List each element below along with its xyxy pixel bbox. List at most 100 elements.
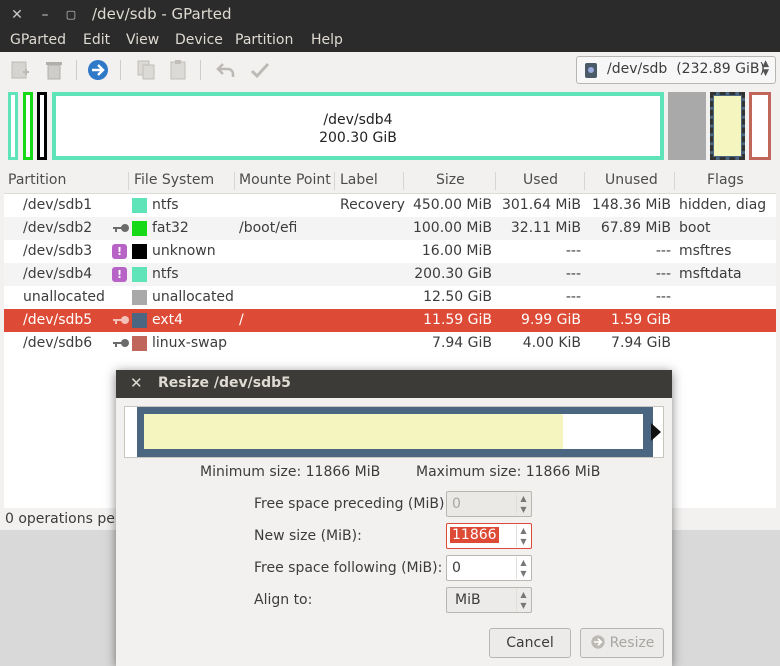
col-label[interactable]: Label (340, 172, 378, 188)
chevron-updown-icon: ▲ ▼ (762, 59, 769, 78)
cell-fs: linux-swap (152, 335, 228, 351)
col-mountpoint[interactable]: Mounte Point (239, 172, 331, 188)
spin-arrows-icon[interactable]: ▲ ▼ (516, 557, 530, 579)
col-flags[interactable]: Flags (707, 172, 744, 188)
resize-dialog: ✕ Resize /dev/sdb5 Minimum size: 11866 M… (116, 370, 672, 666)
copy-icon[interactable] (134, 58, 158, 82)
cancel-button[interactable]: Cancel (489, 628, 571, 658)
chevron-updown-icon: ▲ ▼ (516, 589, 530, 611)
close-window-icon[interactable]: ✕ (8, 6, 26, 24)
cell-size: 7.94 GiB (432, 335, 492, 351)
cell-used: 301.64 MiB (501, 197, 581, 213)
paste-icon[interactable] (166, 58, 190, 82)
cell-partition: /dev/sdb5 (23, 312, 93, 328)
resize-button-label: Resize (609, 635, 655, 651)
col-filesystem[interactable]: File System (134, 172, 214, 188)
key-icon (113, 224, 129, 232)
diskmap-sdb3[interactable] (37, 92, 47, 160)
table-row[interactable]: /dev/sdb6 linux-swap 7.94 GiB 4.00 KiB 7.94 … (4, 332, 776, 355)
disk-map: /dev/sdb4 200.30 GiB (6, 90, 774, 162)
diskmap-sdb5[interactable] (710, 92, 745, 160)
cell-unused: 7.94 GiB (611, 335, 671, 351)
column-divider (495, 172, 496, 190)
menu-partition[interactable]: Partition (235, 32, 293, 48)
align-to-select[interactable]: MiB ▲ ▼ (446, 587, 532, 613)
title-bar: ✕ – ▢ /dev/sdb - GParted (0, 0, 780, 30)
col-size[interactable]: Size (436, 172, 465, 188)
dialog-close-icon[interactable]: ✕ (130, 374, 143, 392)
column-divider (334, 172, 335, 190)
cell-unused: --- (655, 289, 671, 305)
menu-gparted[interactable]: GParted (10, 32, 66, 48)
resize-move-icon (590, 635, 605, 649)
resize-move-icon[interactable] (86, 58, 110, 82)
cell-used: 4.00 KiB (522, 335, 581, 351)
free-space-preceding-field[interactable]: 0 ▲ ▼ (446, 491, 532, 517)
apply-icon[interactable] (248, 58, 272, 82)
free-space-following-field[interactable]: 0 ▲ ▼ (446, 555, 532, 581)
spin-arrows-icon[interactable]: ▲ ▼ (516, 525, 530, 547)
cell-unused: 67.89 MiB (600, 220, 671, 236)
table-row[interactable]: /dev/sdb5 ext4 / 11.59 GiB 9.99 GiB 1.59 GiB (4, 309, 776, 332)
device-selector[interactable]: /dev/sdb (232.89 GiB) ▲ ▼ (576, 56, 776, 84)
spin-arrows-icon[interactable]: ▲ ▼ (516, 493, 530, 515)
cell-flags: boot (679, 220, 711, 236)
menu-view[interactable]: View (126, 32, 159, 48)
menu-device[interactable]: Device (175, 32, 223, 48)
new-size-label: New size (MiB): (254, 528, 362, 544)
delete-partition-icon[interactable] (42, 58, 66, 82)
cell-unused: 1.59 GiB (611, 312, 671, 328)
free-space-following-label: Free space following (MiB): (254, 560, 443, 576)
table-row[interactable]: unallocated unallocated 12.50 GiB --- --- (4, 286, 776, 309)
new-size-field[interactable]: 11866 ▲ ▼ (446, 523, 532, 549)
cell-partition: /dev/sdb2 (23, 220, 93, 236)
menu-edit[interactable]: Edit (83, 32, 110, 48)
col-partition[interactable]: Partition (8, 172, 66, 188)
table-row[interactable]: ! /dev/sdb3 unknown 16.00 MiB --- --- msftres (4, 240, 776, 263)
device-size: (232.89 GiB) (676, 61, 765, 77)
menu-help[interactable]: Help (311, 32, 343, 48)
minimize-window-icon[interactable]: – (36, 6, 54, 24)
status-text: 0 operations per (5, 511, 121, 527)
cell-used: 32.11 MiB (510, 220, 581, 236)
resize-button[interactable]: Resize (580, 628, 664, 658)
filesystem-color-swatch (132, 267, 147, 282)
diskmap-unallocated[interactable] (668, 92, 706, 160)
diskmap-sdb1[interactable] (8, 92, 18, 160)
cell-used: 9.99 GiB (521, 312, 581, 328)
cell-unused: 148.36 MiB (591, 197, 671, 213)
resize-handle-right[interactable] (651, 423, 661, 441)
window-title: /dev/sdb - GParted (92, 5, 232, 23)
col-unused[interactable]: Unused (605, 172, 658, 188)
undo-icon[interactable] (214, 58, 238, 82)
maximum-size-text: Maximum size: 11866 MiB (416, 464, 601, 480)
key-icon (113, 339, 129, 347)
cell-size: 200.30 GiB (414, 266, 492, 282)
resize-unused-space (563, 414, 643, 449)
cell-flags: msftdata (679, 266, 742, 282)
table-row[interactable]: ! /dev/sdb4 ntfs 200.30 GiB --- --- msftdata (4, 263, 776, 286)
toolbar-separator (120, 60, 121, 80)
table-header: Partition File System Mounte Point Label… (4, 168, 776, 194)
free-space-preceding-value: 0 (452, 496, 461, 512)
cell-fs: unknown (152, 243, 216, 259)
maximize-window-icon[interactable]: ▢ (62, 6, 80, 24)
resize-used-space (144, 414, 563, 449)
new-partition-icon[interactable] (8, 58, 32, 82)
harddisk-icon (585, 63, 597, 78)
filesystem-color-swatch (132, 336, 147, 351)
cell-fs: ext4 (152, 312, 184, 328)
cell-size: 450.00 MiB (412, 197, 492, 213)
diskmap-sdb4[interactable]: /dev/sdb4 200.30 GiB (52, 92, 664, 160)
cell-partition: /dev/sdb4 (23, 266, 93, 282)
resize-partition-bar[interactable] (137, 407, 661, 457)
minimum-size-text: Minimum size: 11866 MiB (200, 464, 381, 480)
diskmap-sdb6[interactable] (749, 92, 771, 160)
table-row[interactable]: /dev/sdb2 fat32/boot/efi 100.00 MiB 32.11 M… (4, 217, 776, 240)
menu-bar: GParted Edit View Device Partition Help (0, 30, 780, 52)
cell-partition: /dev/sdb3 (23, 243, 93, 259)
align-to-label: Align to: (254, 592, 313, 608)
col-used[interactable]: Used (523, 172, 558, 188)
diskmap-sdb2[interactable] (23, 92, 33, 160)
table-row[interactable]: /dev/sdb1 ntfs Recovery 450.00 MiB 301.64 Mi… (4, 194, 776, 217)
